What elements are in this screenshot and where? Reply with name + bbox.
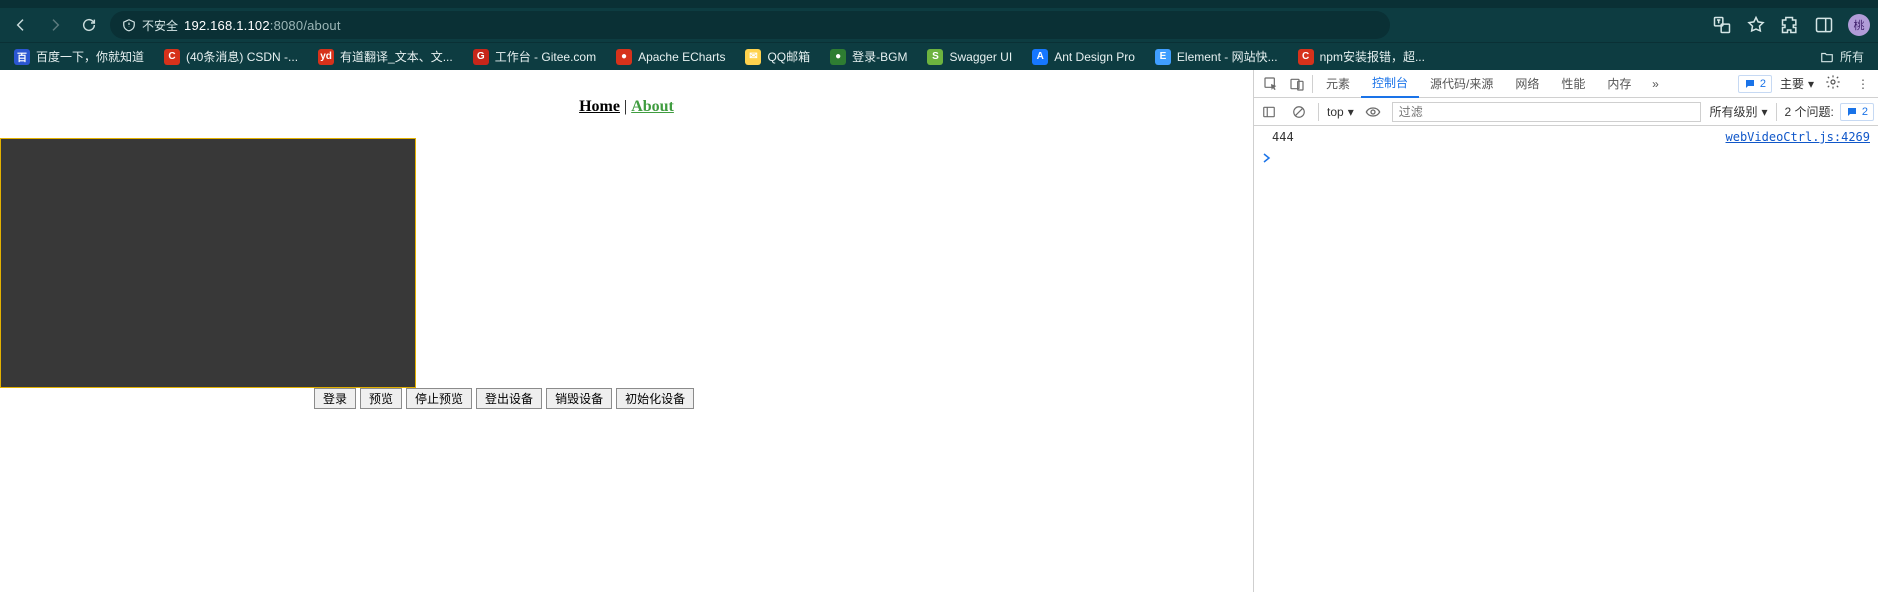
- page-nav: Home | About: [0, 98, 1253, 116]
- bookmark-label: QQ邮箱: [767, 48, 810, 65]
- bookmark-item[interactable]: A Ant Design Pro: [1024, 46, 1143, 68]
- translate-icon[interactable]: [1712, 15, 1732, 35]
- devtools-kebab-icon[interactable]: ⋮: [1852, 77, 1874, 91]
- bookmark-favicon: G: [473, 49, 489, 65]
- bookmark-favicon: S: [927, 49, 943, 65]
- tabs-overflow-icon[interactable]: »: [1642, 77, 1668, 91]
- live-expression-icon[interactable]: [1362, 101, 1384, 123]
- clear-console-icon[interactable]: [1288, 101, 1310, 123]
- bookmark-star-icon[interactable]: [1746, 15, 1766, 35]
- controls-row: 登录预览停止预览登出设备销毁设备初始化设备: [314, 388, 694, 409]
- bookmark-label: 登录-BGM: [852, 48, 907, 65]
- devtools-tab[interactable]: 性能: [1550, 70, 1596, 98]
- bookmark-item[interactable]: yd 有道翻译_文本、文...: [310, 45, 461, 68]
- devtools-tab[interactable]: 网络: [1504, 70, 1550, 98]
- bookmark-favicon: yd: [318, 49, 334, 65]
- device-toolbar-icon[interactable]: [1284, 71, 1310, 97]
- devtools-tab[interactable]: 内存: [1596, 70, 1642, 98]
- devtools-tab[interactable]: 源代码/来源: [1419, 70, 1504, 98]
- login-button[interactable]: 登录: [314, 388, 356, 409]
- page-pane: Home | About 登录预览停止预览登出设备销毁设备初始化设备: [0, 70, 1253, 592]
- console-line: 444webVideoCtrl.js:4269: [1254, 128, 1878, 146]
- console-sidebar-toggle-icon[interactable]: [1258, 101, 1280, 123]
- bookmark-item[interactable]: ● Apache ECharts: [608, 46, 733, 68]
- message-count-badge[interactable]: 2: [1738, 75, 1772, 93]
- bookmark-favicon: ✉: [745, 49, 761, 65]
- bookmark-favicon: 百: [14, 49, 30, 65]
- bookmark-label: Apache ECharts: [638, 50, 725, 64]
- bookmark-item[interactable]: E Element - 网站快...: [1147, 45, 1286, 68]
- bookmark-label: Ant Design Pro: [1054, 50, 1135, 64]
- bookmark-favicon: ●: [830, 49, 846, 65]
- bookmark-item[interactable]: C (40条消息) CSDN -...: [156, 45, 306, 68]
- bookmark-item[interactable]: ✉ QQ邮箱: [737, 45, 818, 68]
- bookmark-favicon: C: [1298, 49, 1314, 65]
- console-filter-input[interactable]: [1392, 102, 1702, 122]
- address-bar[interactable]: 不安全 192.168.1.102:8080/about: [110, 11, 1390, 39]
- init-device-button[interactable]: 初始化设备: [616, 388, 694, 409]
- browser-toolbar: 不安全 192.168.1.102:8080/about 桃: [0, 8, 1878, 42]
- browser-chrome: 不安全 192.168.1.102:8080/about 桃 百百度一下，你就知…: [0, 0, 1878, 70]
- bookmark-label: (40条消息) CSDN -...: [186, 48, 298, 65]
- inspect-element-icon[interactable]: [1258, 71, 1284, 97]
- insecure-label: 不安全: [142, 17, 178, 34]
- forward-button[interactable]: [42, 12, 68, 38]
- side-panel-icon[interactable]: [1814, 15, 1834, 35]
- nav-home-link[interactable]: Home: [579, 98, 620, 115]
- devtools-tabs: 元素控制台源代码/来源网络性能内存 » 2 主要 ▾ ⋮: [1254, 70, 1878, 98]
- bookmark-label: 百度一下，你就知道: [36, 48, 144, 65]
- reload-button[interactable]: [76, 12, 102, 38]
- settings-gear-icon[interactable]: [1822, 74, 1844, 93]
- devtools-pane: 元素控制台源代码/来源网络性能内存 » 2 主要 ▾ ⋮: [1253, 70, 1878, 592]
- context-selector[interactable]: top▾: [1327, 105, 1354, 119]
- destroy-device-button[interactable]: 销毁设备: [546, 388, 612, 409]
- bookmark-item[interactable]: S Swagger UI: [919, 46, 1020, 68]
- bookmark-favicon: A: [1032, 49, 1048, 65]
- devtools-tab[interactable]: 元素: [1315, 70, 1361, 98]
- extensions-icon[interactable]: [1780, 15, 1800, 35]
- url-text: 192.168.1.102:8080/about: [184, 18, 341, 33]
- console-message: 444: [1272, 130, 1726, 144]
- bookmark-item[interactable]: ● 登录-BGM: [822, 45, 915, 68]
- bookmark-label: 工作台 - Gitee.com: [495, 48, 596, 65]
- bookmark-favicon: ●: [616, 49, 632, 65]
- bookmark-label: npm安装报错，超...: [1320, 48, 1425, 65]
- video-preview-box[interactable]: [0, 138, 416, 388]
- all-bookmarks-button[interactable]: 所有: [1812, 45, 1872, 68]
- tab-strip: [0, 0, 1878, 8]
- console-output: 444webVideoCtrl.js:4269: [1254, 126, 1878, 592]
- content-split: Home | About 登录预览停止预览登出设备销毁设备初始化设备 元素控制台…: [0, 70, 1878, 592]
- preview-button[interactable]: 预览: [360, 388, 402, 409]
- devtools-tab[interactable]: 控制台: [1361, 70, 1419, 98]
- console-prompt[interactable]: [1254, 146, 1878, 167]
- console-source-link[interactable]: webVideoCtrl.js:4269: [1726, 130, 1871, 144]
- console-filter-bar: top▾ 所有级别▾ 2 个问题: 2: [1254, 98, 1878, 126]
- bookmark-label: Element - 网站快...: [1177, 48, 1278, 65]
- stop-preview-button[interactable]: 停止预览: [406, 388, 472, 409]
- nav-separator: |: [620, 98, 631, 115]
- bookmarks-bar: 百百度一下，你就知道 C (40条消息) CSDN -... yd 有道翻译_文本、文.…: [0, 42, 1878, 70]
- bookmark-favicon: C: [164, 49, 180, 65]
- issues-indicator[interactable]: 2 个问题: 2: [1785, 103, 1874, 121]
- bookmark-label: 有道翻译_文本、文...: [340, 48, 453, 65]
- bookmark-item[interactable]: G 工作台 - Gitee.com: [465, 45, 604, 68]
- bookmark-favicon: E: [1155, 49, 1171, 65]
- main-dropdown[interactable]: 主要 ▾: [1780, 75, 1814, 92]
- nav-about-link[interactable]: About: [631, 98, 674, 115]
- bookmark-item[interactable]: 百百度一下，你就知道: [6, 45, 152, 68]
- log-levels-dropdown[interactable]: 所有级别▾: [1709, 103, 1767, 120]
- back-button[interactable]: [8, 12, 34, 38]
- insecure-icon: [122, 18, 136, 32]
- bookmark-label: Swagger UI: [949, 50, 1012, 64]
- bookmark-item[interactable]: Cnpm安装报错，超...: [1290, 45, 1433, 68]
- logout-device-button[interactable]: 登出设备: [476, 388, 542, 409]
- profile-avatar[interactable]: 桃: [1848, 14, 1870, 36]
